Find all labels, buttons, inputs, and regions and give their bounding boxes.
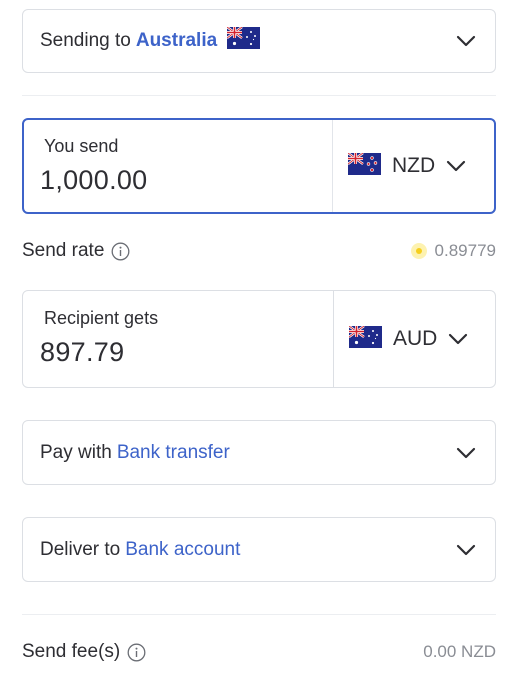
recipient-gets-panel: Recipient gets 897.79 AUD bbox=[22, 290, 496, 388]
you-send-label: You send bbox=[44, 136, 119, 156]
you-send-currency-selector[interactable]: NZD bbox=[332, 120, 494, 212]
pay-with-method: Bank transfer bbox=[116, 441, 230, 463]
chevron-down-icon bbox=[445, 155, 467, 177]
section-divider bbox=[22, 614, 496, 615]
deliver-to-prefix: Deliver to bbox=[40, 538, 121, 560]
deliver-to-selector[interactable]: Deliver to Bank account bbox=[22, 517, 496, 582]
you-send-amount-input[interactable]: 1,000.00 bbox=[40, 165, 148, 196]
recipient-gets-currency-code: AUD bbox=[393, 327, 438, 350]
chevron-down-icon bbox=[455, 539, 477, 561]
pay-with-selector[interactable]: Pay with Bank transfer bbox=[22, 420, 496, 485]
recipient-gets-amount-field[interactable]: Recipient gets 897.79 bbox=[23, 291, 333, 387]
chevron-down-icon bbox=[447, 328, 469, 350]
info-icon[interactable] bbox=[111, 242, 130, 261]
new-zealand-flag-icon bbox=[347, 151, 381, 180]
send-fees-label: Send fee(s) bbox=[22, 641, 121, 662]
send-rate-value: 0.89779 bbox=[434, 241, 496, 260]
send-rate-row: Send rate 0.89779 bbox=[22, 239, 496, 263]
australia-flag-icon bbox=[226, 26, 261, 55]
pay-with-prefix: Pay with bbox=[40, 441, 112, 463]
send-fees-row: Send fee(s) 0.00 NZD bbox=[22, 640, 496, 664]
destination-prefix: Sending to bbox=[40, 30, 131, 51]
chevron-down-icon bbox=[455, 442, 477, 464]
send-fees-value: 0.00 NZD bbox=[423, 642, 496, 661]
recipient-gets-label: Recipient gets bbox=[44, 308, 159, 328]
chevron-down-icon bbox=[455, 30, 477, 52]
rate-indicator-icon bbox=[410, 243, 427, 259]
you-send-panel: You send 1,000.00 NZD bbox=[22, 118, 496, 214]
send-rate-label: Send rate bbox=[22, 240, 105, 261]
recipient-gets-currency-selector[interactable]: AUD bbox=[333, 291, 495, 387]
destination-country: Australia bbox=[135, 30, 218, 51]
australia-flag-icon bbox=[348, 324, 382, 353]
destination-country-selector[interactable]: Sending to Australia bbox=[22, 9, 496, 73]
recipient-gets-amount-input[interactable]: 897.79 bbox=[40, 337, 124, 368]
info-icon[interactable] bbox=[127, 643, 146, 662]
section-divider bbox=[22, 95, 496, 96]
you-send-currency-code: NZD bbox=[392, 154, 436, 177]
deliver-to-method: Bank account bbox=[125, 538, 241, 560]
you-send-amount-field[interactable]: You send 1,000.00 bbox=[24, 120, 332, 212]
